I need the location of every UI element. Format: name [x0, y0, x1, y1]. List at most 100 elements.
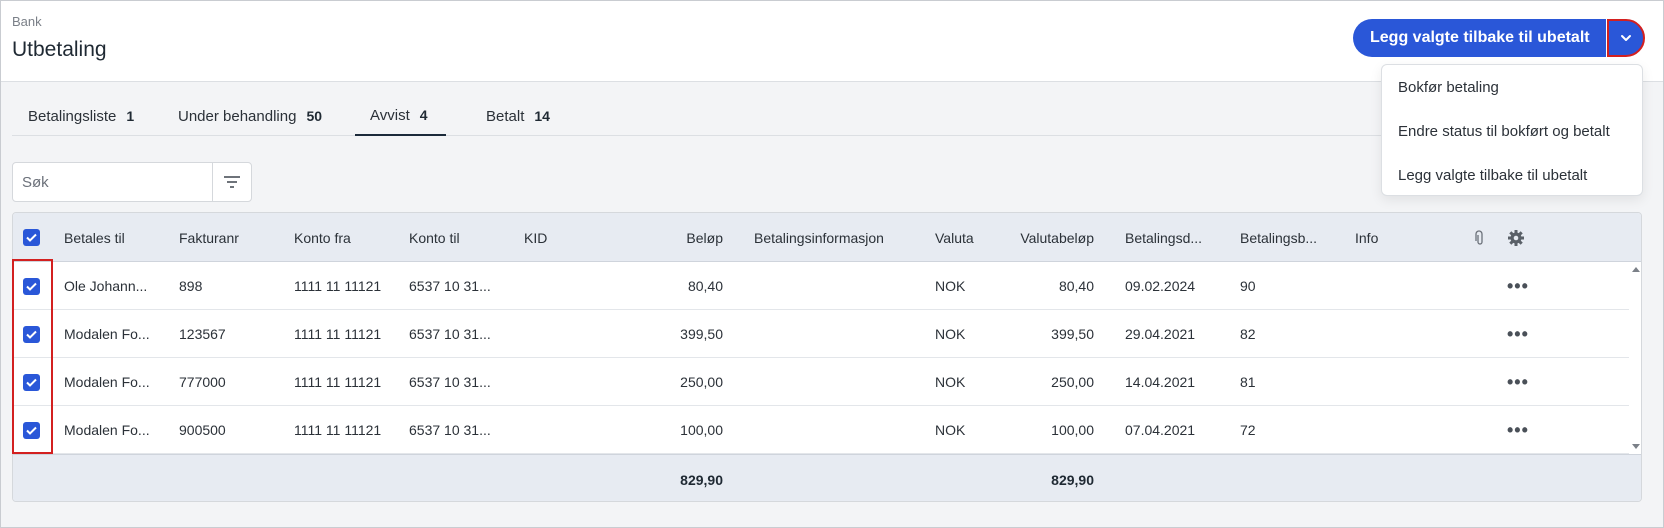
cell-valutabelop: 250,00 — [1051, 374, 1094, 390]
column-header-info[interactable]: Info — [1355, 213, 1378, 262]
cell-betalingsdato: 29.04.2021 — [1125, 326, 1196, 342]
table-row[interactable]: Ole Johann... 898 1111 11 11121 6537 10 31.… — [13, 262, 1629, 310]
cell-konto-til: 6537 10 31... — [409, 422, 491, 438]
cell-betalingsb: 81 — [1240, 374, 1256, 390]
actions-dropdown-menu: Bokfør betaling Endre status til bokført… — [1381, 64, 1643, 196]
cell-fakturanr: 777000 — [179, 374, 226, 390]
tab-betalingsliste[interactable]: Betalingsliste 1 — [28, 96, 134, 136]
cell-betalingsb: 82 — [1240, 326, 1256, 342]
select-all-checkbox[interactable] — [23, 229, 40, 246]
cell-konto-fra: 1111 11 11121 — [294, 278, 382, 294]
check-icon — [26, 378, 37, 387]
table-row[interactable]: Modalen Fo... 777000 1111 11 11121 6537 10 … — [13, 358, 1629, 406]
column-header-konto-til[interactable]: Konto til — [409, 213, 460, 262]
breadcrumb[interactable]: Bank — [12, 14, 42, 29]
cell-betales-til: Ole Johann... — [64, 278, 148, 294]
cell-konto-fra: 1111 11 11121 — [294, 422, 382, 438]
chevron-down-icon — [1620, 35, 1631, 41]
column-header-valutabelop[interactable]: Valutabeløp — [1010, 213, 1094, 262]
scroll-down-arrow-icon[interactable] — [1629, 442, 1642, 452]
select-all-cell — [23, 213, 40, 262]
table-row[interactable]: Modalen Fo... 900500 1111 11 11121 6537 10 … — [13, 406, 1629, 454]
column-header-betalingsb[interactable]: Betalingsb... — [1240, 213, 1317, 262]
gear-icon — [1508, 229, 1524, 246]
cell-betalingsdato: 14.04.2021 — [1125, 374, 1196, 390]
cell-valuta: NOK — [935, 326, 966, 342]
row-checkbox[interactable] — [23, 325, 40, 343]
row-checkbox[interactable] — [23, 373, 40, 391]
page-title: Utbetaling — [12, 38, 107, 61]
row-checkbox[interactable] — [23, 421, 40, 439]
payments-table: Betales til Fakturanr Konto fra Konto ti… — [12, 212, 1642, 502]
menu-item-put-back-unpaid[interactable]: Legg valgte tilbake til ubetalt — [1382, 153, 1642, 197]
column-header-betalingsdato[interactable]: Betalingsd... — [1125, 213, 1202, 262]
tab-label: Avvist — [370, 106, 410, 124]
row-more-actions-button[interactable]: ••• — [1507, 262, 1529, 310]
cell-betalingsdato: 09.02.2024 — [1125, 278, 1196, 294]
row-checkbox[interactable] — [23, 277, 40, 295]
check-icon — [26, 330, 37, 339]
scroll-up-arrow-icon[interactable] — [1629, 264, 1642, 274]
tab-betalt[interactable]: Betalt 14 — [486, 96, 550, 136]
tab-count: 14 — [534, 108, 550, 124]
vertical-scrollbar[interactable] — [1629, 262, 1642, 454]
cell-belop: 80,40 — [687, 278, 723, 294]
tab-count: 4 — [419, 107, 428, 123]
tab-under-behandling[interactable]: Under behandling 50 — [178, 96, 322, 136]
app-window: Bank Utbetaling Legg valgte tilbake til … — [0, 0, 1664, 528]
tab-label: Betalt — [486, 107, 525, 125]
split-button: Legg valgte tilbake til ubetalt — [1353, 19, 1645, 57]
cell-konto-fra: 1111 11 11121 — [294, 326, 382, 342]
total-belop: 829,90 — [680, 471, 723, 488]
cell-konto-til: 6537 10 31... — [409, 374, 491, 390]
column-header-kid[interactable]: KID — [524, 213, 547, 262]
cell-fakturanr: 123567 — [179, 326, 226, 342]
cell-betales-til: Modalen Fo... — [64, 326, 150, 342]
cell-konto-fra: 1111 11 11121 — [294, 374, 382, 390]
cell-betalingsdato: 07.04.2021 — [1125, 422, 1196, 438]
column-header-konto-fra[interactable]: Konto fra — [294, 213, 351, 262]
more-horizontal-icon: ••• — [1507, 419, 1529, 440]
put-back-unpaid-button[interactable]: Legg valgte tilbake til ubetalt — [1353, 19, 1606, 57]
status-tabs: Betalingsliste 1 Under behandling 50 Avv… — [12, 96, 1452, 136]
menu-item-change-status-posted-paid[interactable]: Endre status til bokført og betalt — [1382, 109, 1642, 153]
row-more-actions-button[interactable]: ••• — [1507, 406, 1529, 454]
cell-valutabelop: 80,40 — [1058, 278, 1094, 294]
column-header-valuta[interactable]: Valuta — [935, 213, 974, 262]
row-more-actions-button[interactable]: ••• — [1507, 358, 1529, 406]
tab-label: Betalingsliste — [28, 107, 117, 125]
total-valutabelop: 829,90 — [1051, 471, 1094, 488]
check-icon — [26, 282, 37, 291]
row-select-cell — [23, 262, 40, 310]
tab-avvist[interactable]: Avvist 4 — [355, 96, 446, 136]
column-settings-button[interactable] — [1507, 213, 1525, 262]
cell-valuta: NOK — [935, 422, 966, 438]
column-header-belop[interactable]: Beløp — [639, 213, 723, 262]
search-box — [12, 162, 252, 202]
column-header-betalingsinformasjon[interactable]: Betalingsinformasjon — [754, 213, 884, 262]
row-select-cell — [23, 310, 40, 358]
split-dropdown-toggle[interactable] — [1606, 19, 1645, 57]
more-horizontal-icon: ••• — [1507, 371, 1529, 392]
cell-konto-til: 6537 10 31... — [409, 278, 491, 294]
table-footer-totals: 829,90 829,90 — [13, 454, 1641, 501]
filter-icon — [224, 176, 240, 188]
column-header-betales-til[interactable]: Betales til — [64, 213, 125, 262]
cell-belop: 100,00 — [680, 422, 723, 438]
cell-betalingsb: 90 — [1240, 278, 1256, 294]
cell-belop: 399,50 — [680, 326, 723, 342]
row-select-cell — [23, 406, 40, 454]
attachment-column-header[interactable] — [1475, 213, 1485, 262]
cell-betales-til: Modalen Fo... — [64, 374, 150, 390]
cell-fakturanr: 900500 — [179, 422, 226, 438]
row-more-actions-button[interactable]: ••• — [1507, 310, 1529, 358]
cell-konto-til: 6537 10 31... — [409, 326, 491, 342]
table-row[interactable]: Modalen Fo... 123567 1111 11 11121 6537 10 … — [13, 310, 1629, 358]
search-input[interactable] — [13, 163, 212, 201]
cell-valutabelop: 399,50 — [1051, 326, 1094, 342]
tab-count: 50 — [306, 108, 323, 124]
filter-button[interactable] — [212, 163, 251, 201]
column-header-fakturanr[interactable]: Fakturanr — [179, 213, 239, 262]
more-horizontal-icon: ••• — [1507, 275, 1529, 296]
menu-item-post-payment[interactable]: Bokfør betaling — [1382, 65, 1642, 109]
